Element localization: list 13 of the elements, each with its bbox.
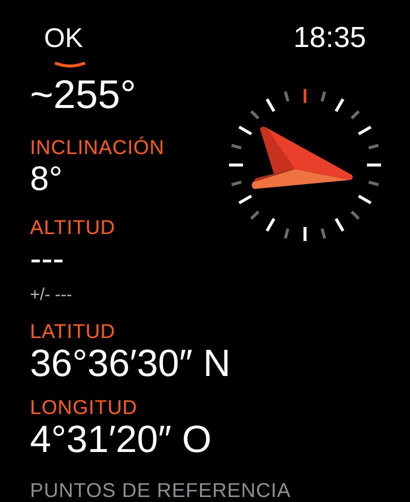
reading-value: 8°: [30, 160, 64, 198]
reading-label: INCLINACIÓN: [30, 136, 166, 160]
reading-value: 4°31′20″ O: [30, 420, 213, 460]
reading-label: LATITUD: [30, 320, 116, 344]
reading-label: ALTITUD: [30, 216, 116, 240]
ok-button[interactable]: OK: [44, 23, 84, 53]
clock-time: 18:35: [293, 23, 366, 53]
reading-value: ---: [30, 240, 65, 278]
reading-value: 36°36′30″ N: [30, 344, 232, 384]
reading-label: LONGITUD: [30, 396, 138, 420]
section-header: PUNTOS DE REFERENCIA: [30, 480, 292, 502]
accuracy-text: +/- ---: [30, 284, 74, 306]
heading-value: ~255°: [30, 72, 138, 118]
